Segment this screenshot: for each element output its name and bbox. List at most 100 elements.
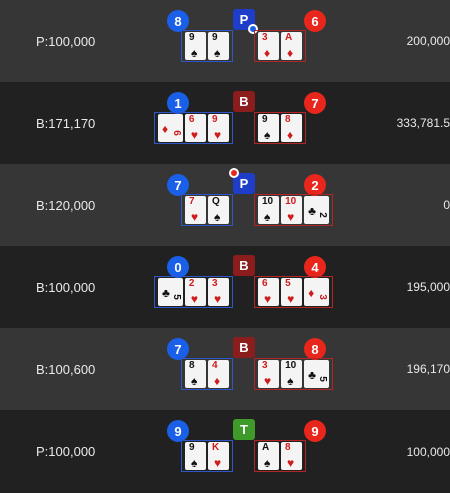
card-rank: 9	[189, 442, 195, 453]
result-badge: B	[233, 255, 255, 276]
card-suit-icon: ♥	[287, 456, 295, 470]
card-suit-icon: ♥	[213, 128, 222, 142]
playing-card: 9 ♥	[207, 114, 230, 142]
playing-card: 9 ♠	[258, 114, 279, 142]
banker-hand: 6 ♥ 5 ♥ 3 ♦	[254, 276, 333, 308]
playing-card: Q ♠	[208, 196, 229, 224]
banker-total-badge: 6	[304, 10, 326, 32]
card-rank: 8	[285, 114, 291, 125]
playing-card: 3 ♥	[258, 360, 280, 388]
playing-card: 2 ♥	[184, 278, 206, 306]
card-suit-icon: ♠	[191, 374, 198, 388]
card-suit-icon: ♥	[287, 210, 295, 224]
playing-card: 10 ♠	[258, 196, 280, 224]
card-suit-icon: ♠	[264, 210, 271, 224]
card-rank: 5	[316, 376, 328, 382]
card-rank: 3	[262, 32, 268, 43]
win-amount: 196,170	[406, 362, 450, 376]
player-pair-indicator	[229, 168, 239, 178]
playing-card: K ♥	[208, 442, 229, 470]
card-suit-icon: ♣	[308, 368, 316, 382]
history-row[interactable]: B:120,000 7 P 2 7 ♥ Q ♠ 10 ♠ 10 ♥ 2 ♣ 0	[0, 164, 450, 246]
banker-total-badge: 9	[304, 420, 326, 442]
playing-card: 9 ♠	[208, 32, 229, 60]
card-rank: 10	[285, 196, 297, 207]
card-suit-icon: ♠	[191, 46, 198, 60]
banker-hand: 10 ♠ 10 ♥ 2 ♣	[254, 194, 333, 226]
playing-card: 3 ♥	[207, 278, 230, 306]
history-row[interactable]: P:100,000 9 T 9 9 ♠ K ♥ A ♠ 8 ♥ 100,000	[0, 410, 450, 493]
playing-card: 9 ♠	[185, 32, 206, 60]
card-suit-icon: ♦	[287, 46, 294, 60]
card-rank: 3	[262, 360, 268, 371]
player-hand: 6 ♦ 6 ♥ 9 ♥	[154, 112, 233, 144]
banker-total-badge: 8	[304, 338, 326, 360]
card-rank: 5	[285, 278, 291, 289]
bet-amount: B:100,000	[36, 279, 96, 295]
win-amount: 195,000	[406, 280, 450, 294]
playing-card: A ♦	[281, 32, 302, 60]
card-suit-icon: ♠	[214, 46, 221, 60]
game-history-list: P:100,000 8 P 6 9 ♠ 9 ♠ 3 ♦ A ♦ 200,000 B:171,170 1 B 7 6…	[0, 0, 450, 493]
history-row[interactable]: B:100,600 7 B 8 8 ♠ 4 ♦ 3 ♥ 10 ♠ 5 ♣ 196,170	[0, 328, 450, 410]
card-suit-icon: ♥	[190, 128, 199, 142]
card-suit-icon: ♥	[264, 292, 272, 306]
card-rank: 9	[212, 32, 218, 43]
history-row[interactable]: B:100,000 0 B 4 5 ♣ 2 ♥ 3 ♥ 6 ♥ 5 ♥ 3 ♦ 195,000	[0, 246, 450, 328]
banker-hand: 3 ♦ A ♦	[254, 30, 306, 62]
card-rank: 3	[316, 294, 328, 300]
player-hand: 5 ♣ 2 ♥ 3 ♥	[154, 276, 233, 308]
card-suit-icon: ♣	[308, 204, 316, 218]
playing-card: 10 ♠	[281, 360, 303, 388]
card-suit-icon: ♠	[264, 128, 271, 142]
playing-card: 7 ♥	[185, 196, 206, 224]
card-rank: 7	[189, 196, 195, 207]
card-rank: A	[262, 442, 270, 453]
player-hand: 8 ♠ 4 ♦	[181, 358, 233, 390]
playing-card: A ♠	[258, 442, 279, 470]
playing-card: 9 ♠	[185, 442, 206, 470]
playing-card: 3 ♦	[304, 278, 330, 306]
bet-amount: B:100,600	[36, 361, 96, 377]
card-rank: 4	[212, 360, 218, 371]
card-rank: A	[285, 32, 293, 43]
win-amount: 200,000	[406, 34, 450, 48]
card-rank: 3	[211, 278, 218, 289]
card-suit-icon: ♦	[162, 122, 169, 136]
playing-card: 4 ♦	[208, 360, 229, 388]
playing-card: 3 ♦	[258, 32, 279, 60]
card-rank: 8	[285, 442, 291, 453]
card-rank: 2	[316, 212, 328, 218]
player-hand: 9 ♠ 9 ♠	[181, 30, 233, 62]
result-badge: B	[233, 337, 255, 358]
playing-card: 2 ♣	[304, 196, 330, 224]
card-rank: 9	[262, 114, 268, 125]
banker-total-badge: 7	[304, 92, 326, 114]
card-suit-icon: ♥	[287, 292, 295, 306]
card-rank: 9	[189, 32, 195, 43]
banker-total-badge: 2	[304, 174, 326, 196]
playing-card: 10 ♥	[281, 196, 303, 224]
card-suit-icon: ♥	[264, 374, 272, 388]
card-suit-icon: ♥	[214, 456, 222, 470]
playing-card: 6 ♥	[184, 114, 206, 142]
card-suit-icon: ♣	[162, 286, 170, 300]
bet-amount: P:100,000	[36, 444, 96, 459]
banker-total-badge: 4	[304, 256, 326, 278]
history-row[interactable]: P:100,000 8 P 6 9 ♠ 9 ♠ 3 ♦ A ♦ 200,000	[0, 0, 450, 82]
card-rank: 6	[262, 278, 268, 289]
playing-card: 5 ♣	[158, 278, 183, 306]
history-row[interactable]: B:171,170 1 B 7 6 ♦ 6 ♥ 9 ♥ 9 ♠ 8 ♦ 333,781.5	[0, 82, 450, 164]
card-suit-icon: ♥	[190, 292, 199, 306]
card-suit-icon: ♦	[287, 128, 294, 142]
card-rank: 6	[188, 114, 195, 125]
player-total-badge: 7	[167, 174, 189, 196]
card-rank: K	[212, 442, 220, 453]
card-rank: Q	[212, 196, 220, 207]
playing-card: 8 ♦	[281, 114, 302, 142]
card-rank: 10	[262, 196, 274, 207]
card-suit-icon: ♥	[213, 292, 222, 306]
card-suit-icon: ♠	[191, 456, 198, 470]
bet-amount: B:120,000	[36, 197, 96, 213]
card-suit-icon: ♠	[214, 210, 221, 224]
